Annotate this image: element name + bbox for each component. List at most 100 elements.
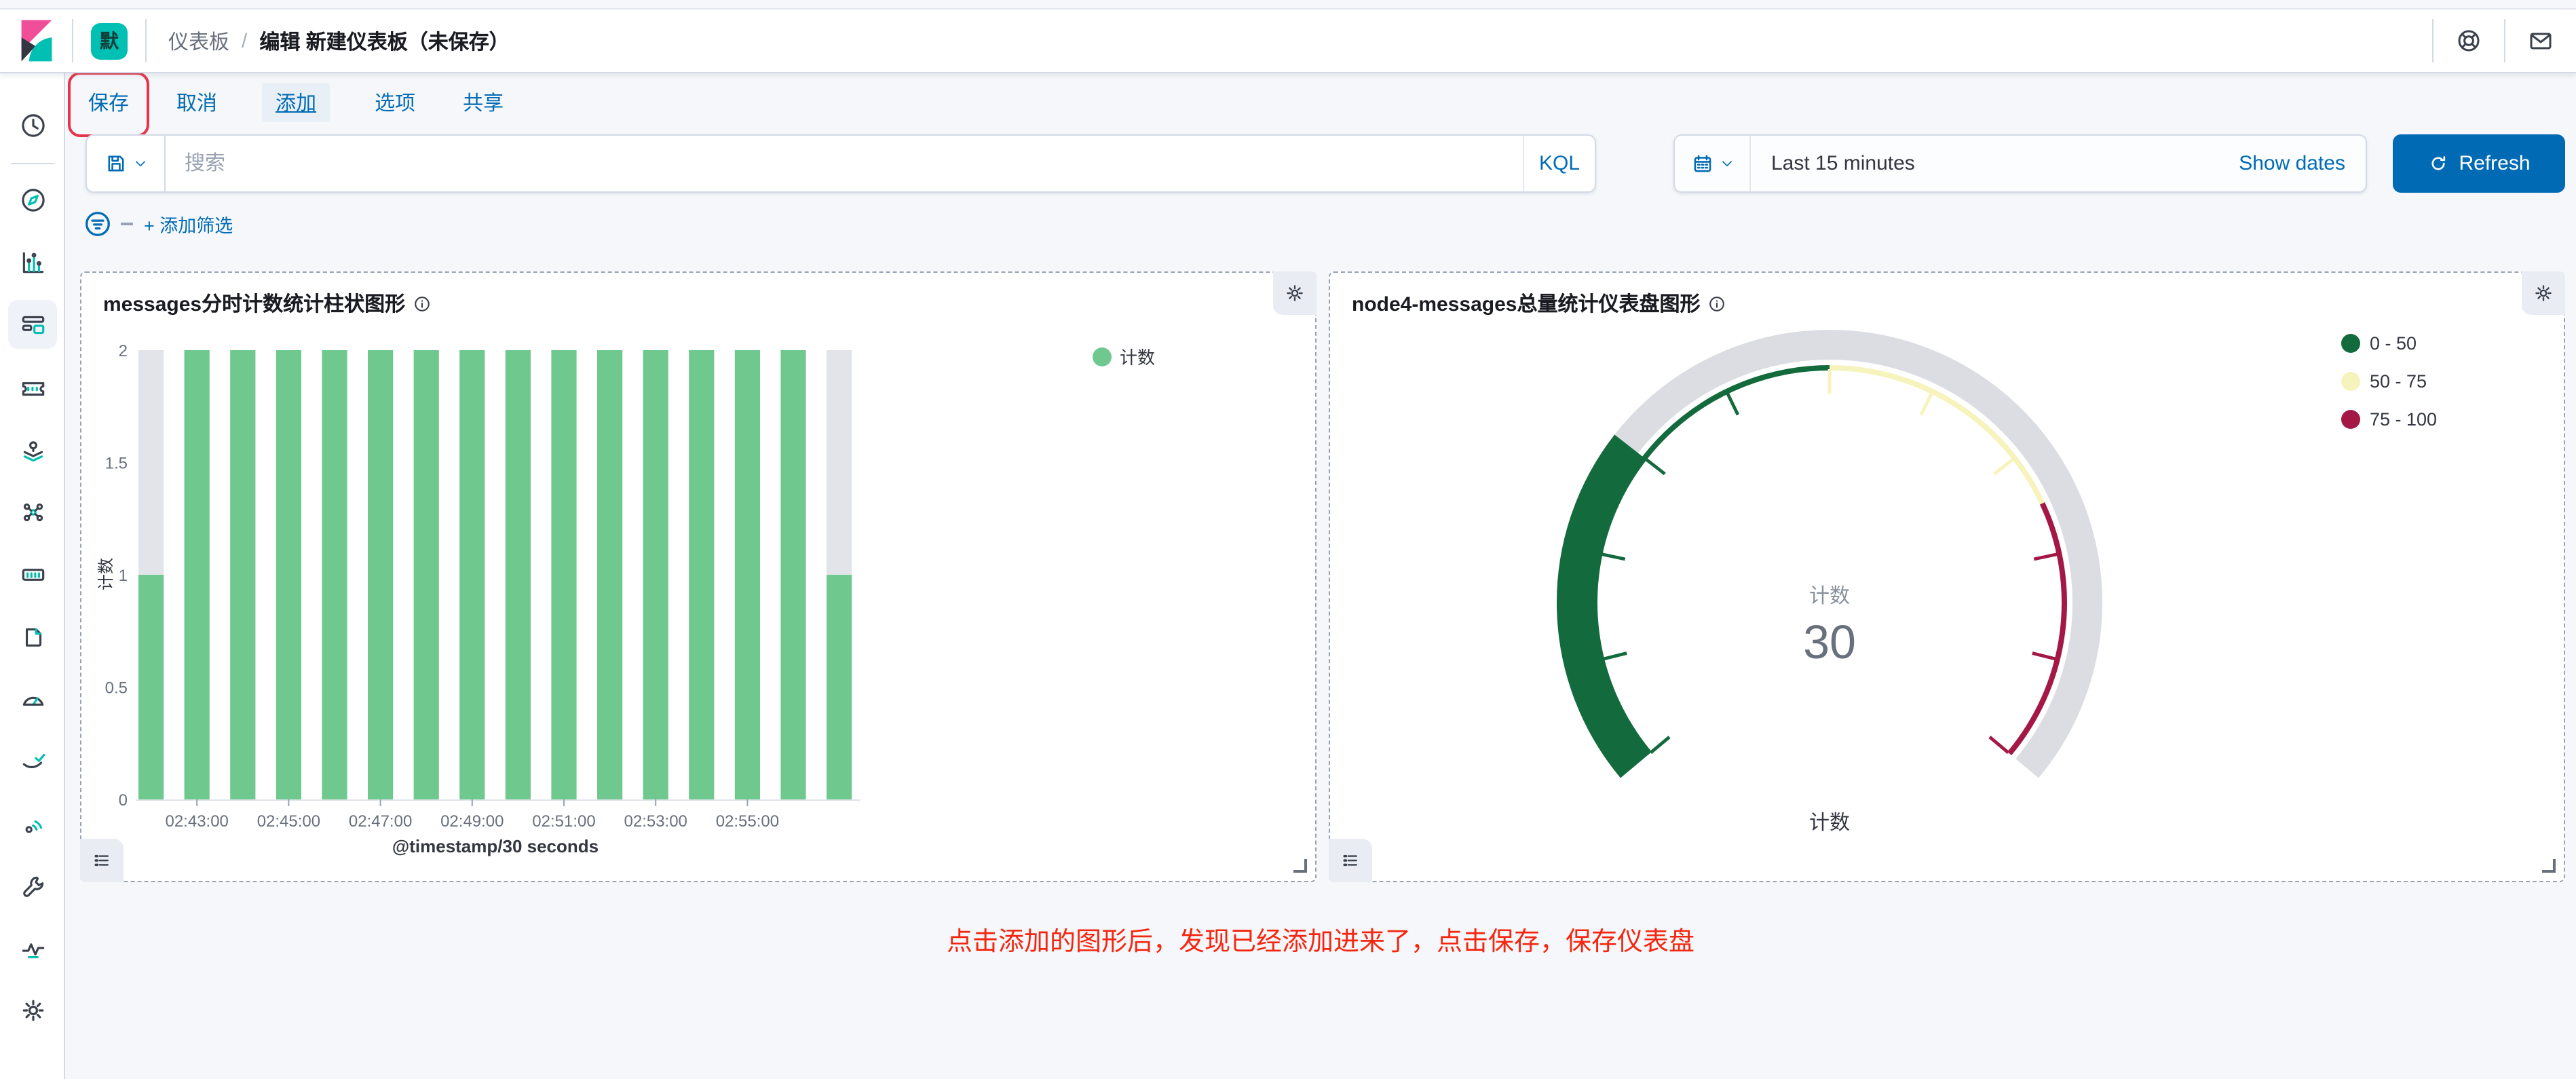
top-menu-item-options[interactable]: 选项 (372, 83, 418, 120)
legend-item[interactable]: 75 - 100 (2341, 409, 2437, 430)
panel-legend-button[interactable] (80, 839, 124, 882)
chart-bar[interactable] (230, 350, 255, 799)
sidebar-item-infrastructure[interactable] (8, 550, 57, 599)
speedometer-icon (18, 685, 47, 713)
gauge-axis-label: 计数 (1809, 812, 1850, 834)
dots-icon (18, 498, 47, 527)
time-range-value[interactable]: Last 15 minutes (1771, 152, 1915, 175)
bar-chart-icon (18, 248, 47, 277)
chart-bar[interactable] (735, 350, 760, 799)
help-icon (2455, 27, 2482, 54)
top-menu-item-save[interactable]: 保存 (86, 83, 132, 120)
add-filter-button[interactable]: + 添加筛选 (144, 210, 233, 238)
chart-bar[interactable] (185, 350, 210, 799)
gauge-tick (1650, 737, 1669, 753)
breadcrumb-dashboards[interactable]: 仪表板 (168, 26, 229, 55)
refresh-label: Refresh (2459, 152, 2530, 175)
panel-title: messages分时计数统计柱状图形 (103, 289, 405, 318)
show-dates-button[interactable]: Show dates (2239, 152, 2345, 175)
dashboard-top-menu: 保存 取消 添加 选项 共享 (65, 73, 2576, 130)
mail-icon (2527, 27, 2554, 54)
chart-bar[interactable] (780, 350, 806, 799)
save-query-icon (104, 152, 127, 175)
legend-item[interactable]: 50 - 75 (2341, 371, 2427, 392)
legend-item[interactable]: 计数 (1093, 347, 1155, 368)
panel-title: node4-messages总量统计仪表盘图形 (1352, 289, 1700, 318)
sidebar-item-management[interactable] (8, 987, 57, 1036)
sidebar-item-dashboard[interactable] (8, 301, 57, 349)
top-menu-item-cancel[interactable]: 取消 (174, 83, 220, 120)
panel-legend-button[interactable] (1329, 839, 1372, 882)
panel-title-bar[interactable]: messages分时计数统计柱状图形 (103, 289, 431, 318)
query-language-button[interactable]: KQL (1523, 136, 1595, 191)
date-quick-menu-button[interactable] (1675, 136, 1751, 191)
save-highlight-box (68, 71, 149, 136)
panel-title-bar[interactable]: node4-messages总量统计仪表盘图形 (1352, 289, 1726, 318)
sidebar-item-discover[interactable] (8, 176, 57, 225)
sidebar-item-dev-tools[interactable] (8, 862, 57, 911)
breadcrumb-separator: / (242, 29, 247, 52)
x-axis-title: @timestamp/30 seconds (138, 836, 852, 856)
sidebar-item-recent[interactable] (8, 101, 57, 150)
y-tick-label: 1.5 (105, 455, 128, 473)
gauge-tick (1727, 393, 1738, 415)
panel-gauge: node4-messages总量统计仪表盘图形 计数30计数0 - 5050 -… (1329, 271, 2565, 882)
sidebar-item-uptime[interactable] (8, 737, 57, 786)
chart-bar[interactable] (643, 350, 668, 799)
sidebar-item-maps[interactable] (8, 425, 57, 474)
chart-bar[interactable] (276, 350, 301, 799)
chart-bar[interactable] (689, 350, 714, 799)
legend-swatch (1093, 347, 1112, 366)
legend-label: 计数 (1120, 347, 1155, 368)
top-menu-item-share[interactable]: 共享 (460, 83, 506, 120)
check-swoosh-icon (18, 747, 47, 776)
time-picker: Last 15 minutes Show dates (1673, 134, 2367, 193)
chart-bar[interactable] (368, 350, 393, 799)
newsfeed-button[interactable] (2505, 10, 2576, 72)
sidebar-item-logs[interactable] (8, 612, 57, 661)
filter-menu-button[interactable] (83, 209, 113, 239)
chart-bar[interactable] (506, 350, 531, 799)
chart-bar[interactable] (551, 350, 576, 799)
legend-item[interactable]: 0 - 50 (2341, 333, 2417, 354)
gauge-tick (1990, 737, 2009, 753)
page-title: 编辑 新建仪表板（未保存） (259, 26, 509, 55)
sidebar-item-siem[interactable] (8, 799, 57, 848)
space-avatar[interactable]: 默 (91, 22, 128, 59)
sidebar-item-visualize[interactable] (8, 238, 57, 287)
x-tick-label: 02:53:00 (624, 812, 687, 831)
chart-bar[interactable] (459, 350, 485, 799)
chart-bar[interactable] (138, 575, 164, 799)
header-divider (145, 19, 147, 62)
sidebar-item-monitoring[interactable] (8, 924, 57, 973)
sidebar-item-canvas[interactable] (8, 363, 57, 412)
panel-bar-chart: messages分时计数统计柱状图形 00.511.5202:43:0002:4… (80, 271, 1317, 882)
legend-swatch (2341, 334, 2360, 353)
panel-resize-handle[interactable] (1293, 859, 1307, 873)
refresh-button[interactable]: Refresh (2393, 134, 2565, 193)
panel-options-button[interactable] (2522, 271, 2565, 315)
list-icon (91, 850, 113, 871)
y-axis-title: 计数 (94, 533, 113, 615)
help-button[interactable] (2433, 10, 2504, 72)
sidebar-item-apm[interactable] (8, 675, 57, 723)
refresh-icon (2427, 153, 2448, 174)
chart-bar[interactable] (322, 350, 347, 799)
info-icon (412, 294, 431, 313)
x-tick-label: 02:45:00 (257, 812, 320, 831)
chart-bar[interactable] (414, 350, 439, 799)
top-menu-item-add[interactable]: 添加 (262, 82, 330, 121)
breadcrumb: 仪表板 / 编辑 新建仪表板（未保存） (168, 26, 510, 55)
chart-bar[interactable] (597, 350, 622, 799)
chart-bar[interactable] (827, 575, 852, 799)
search-input[interactable] (166, 152, 1523, 175)
annotation-text: 点击添加的图形后，发现已经添加进来了，点击保存，保存仪表盘 (65, 922, 2576, 958)
panel-options-button[interactable] (1273, 271, 1317, 315)
legend-label: 0 - 50 (2370, 333, 2417, 354)
panel-resize-handle[interactable] (2542, 859, 2556, 873)
sidebar-nav (0, 73, 65, 1079)
kibana-logo[interactable] (0, 19, 72, 62)
sidebar-item-machine-learning[interactable] (8, 488, 57, 537)
saved-query-menu-button[interactable] (87, 136, 166, 191)
gauge-tick (2032, 654, 2056, 660)
